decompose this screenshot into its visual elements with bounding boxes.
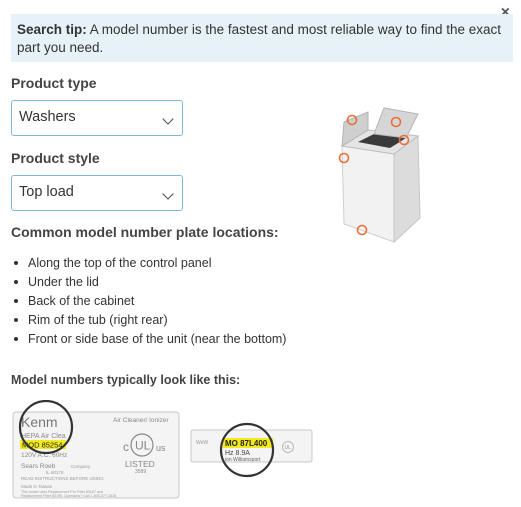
list-item: Front or side base of the unit (near the… — [14, 331, 286, 350]
examples-heading: Model numbers typically look like this: — [11, 373, 241, 387]
plate-locations-list: Along the top of the control panel Under… — [14, 255, 286, 350]
product-style-value: Top load — [19, 184, 74, 200]
plate1-ul-mark: UL — [135, 439, 151, 453]
product-type-label: Product type — [11, 75, 97, 91]
plate1-listed: LISTED — [125, 459, 155, 469]
plate1-read: READ INSTRUCTIONS BEFORE USING — [21, 476, 104, 481]
plate1-ul-us: us — [156, 443, 166, 453]
plate2-city: ion Williamsport — [225, 457, 261, 463]
plate1-line1: HEPA Air Clea — [21, 433, 66, 440]
plate1-company: Company — [71, 464, 91, 469]
search-tip-lead: Search tip: — [17, 22, 87, 37]
model-plate-example-1: Kenm HEPA Air Clea MOD 85254 120V A.C. 6… — [12, 400, 180, 499]
plate1-brand: Kenm — [21, 414, 58, 430]
product-type-value: Washers — [19, 109, 76, 125]
model-plate-example-2: WeW MO 87L400 Hz 8.9A ion Williamsport U… — [190, 422, 313, 478]
plate1-listed-num: 3589 — [135, 469, 146, 475]
search-tip-text: A model number is the fastest and most r… — [17, 22, 502, 55]
plate1-ul-c: c — [123, 440, 129, 454]
plate2-rating: Hz 8.9A — [225, 450, 250, 457]
plate1-maker: Sears Roeb — [21, 463, 56, 470]
product-style-label: Product style — [11, 150, 100, 166]
plate-locations-heading: Common model number plate locations: — [11, 224, 279, 240]
plate2-left-text: WeW — [196, 440, 208, 446]
plate1-address: IL 60179 — [46, 470, 64, 475]
product-type-select[interactable]: Washers — [11, 100, 183, 136]
list-item: Rim of the tub (right rear) — [14, 312, 286, 331]
chevron-down-icon — [162, 113, 174, 125]
chevron-down-icon — [162, 188, 174, 200]
plate1-made: Made in Taiwan — [21, 484, 53, 489]
plate1-fine2: Replacement Filter 83195. Questions? Cal… — [21, 494, 116, 498]
plate1-product: Air Cleaner/ Ionizer — [113, 417, 169, 424]
plate2-ul: UL — [285, 445, 292, 451]
top-load-washer-illustration — [338, 107, 421, 244]
product-style-select[interactable]: Top load — [11, 175, 183, 211]
list-item: Along the top of the control panel — [14, 255, 286, 274]
list-item: Back of the cabinet — [14, 293, 286, 312]
search-tip-banner: Search tip: A model number is the fastes… — [11, 14, 513, 62]
plate2-model: MO 87L400 — [225, 439, 268, 448]
list-item: Under the lid — [14, 274, 286, 293]
